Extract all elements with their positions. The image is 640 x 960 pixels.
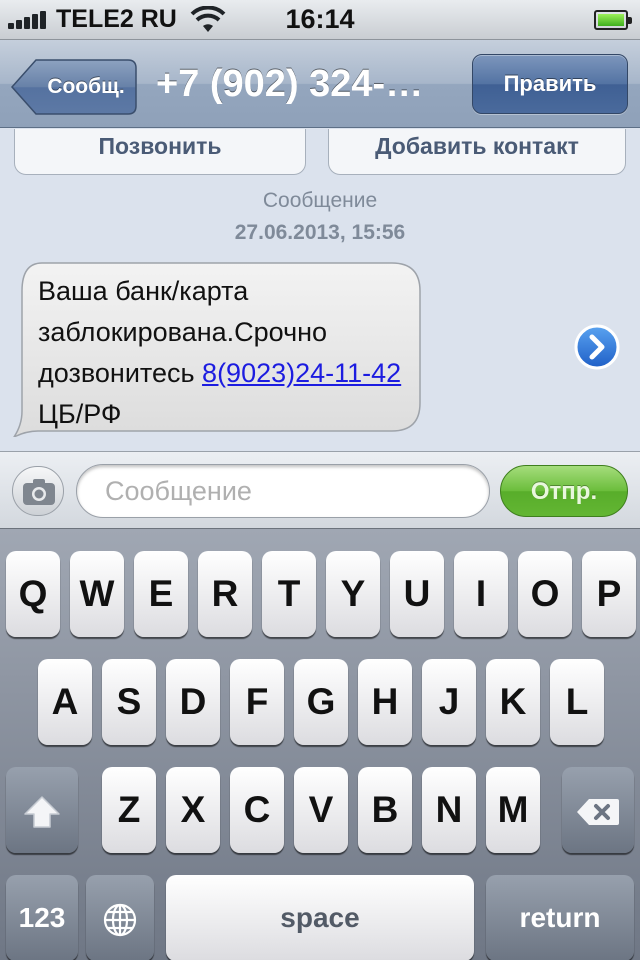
key-x[interactable]: X	[166, 767, 220, 853]
send-button[interactable]: Отпр.	[500, 465, 628, 517]
key-y[interactable]: Y	[326, 551, 380, 637]
message-text: Ваша банк/карта заблокирована.Срочно доз…	[38, 271, 408, 435]
shift-arrow-icon	[24, 795, 60, 828]
disclosure-arrow-icon[interactable]	[574, 324, 620, 370]
key-a[interactable]: A	[38, 659, 92, 745]
globe-key[interactable]	[86, 875, 154, 960]
key-i[interactable]: I	[454, 551, 508, 637]
numbers-key[interactable]: 123	[6, 875, 78, 960]
navigation-bar: Сообщ. +7 (902) 324-… Править	[0, 40, 640, 128]
backspace-icon	[577, 798, 619, 825]
clock: 16:14	[285, 4, 355, 34]
key-v[interactable]: V	[294, 767, 348, 853]
key-l[interactable]: L	[550, 659, 604, 745]
key-w[interactable]: W	[70, 551, 124, 637]
message-timestamp: 27.06.2013, 15:56	[234, 221, 406, 244]
message-thread: Позвонить Добавить контакт Сообщение 27.…	[0, 129, 640, 451]
key-s[interactable]: S	[102, 659, 156, 745]
key-u[interactable]: U	[390, 551, 444, 637]
add-contact-button[interactable]: Добавить контакт	[328, 129, 626, 175]
phone-number-link[interactable]: 8(9023)24-11-42	[202, 358, 401, 388]
delete-key[interactable]	[562, 767, 634, 853]
key-t[interactable]: T	[262, 551, 316, 637]
key-r[interactable]: R	[198, 551, 252, 637]
camera-button[interactable]	[12, 466, 64, 516]
back-button-label: Сообщ.	[47, 75, 125, 98]
key-m[interactable]: M	[486, 767, 540, 853]
key-c[interactable]: C	[230, 767, 284, 853]
return-key[interactable]: return	[486, 875, 634, 960]
message-suffix: ЦБ/РФ	[38, 399, 122, 429]
key-h[interactable]: H	[358, 659, 412, 745]
key-j[interactable]: J	[422, 659, 476, 745]
space-key[interactable]: space	[166, 875, 474, 960]
key-b[interactable]: B	[358, 767, 412, 853]
status-bar: TELE2 RU 16:14	[0, 0, 640, 40]
call-button[interactable]: Позвонить	[14, 129, 306, 175]
globe-icon	[103, 903, 137, 936]
key-z[interactable]: Z	[102, 767, 156, 853]
compose-bar: Отпр.	[0, 451, 640, 529]
key-e[interactable]: E	[134, 551, 188, 637]
message-input[interactable]	[76, 464, 490, 518]
key-o[interactable]: O	[518, 551, 572, 637]
key-f[interactable]: F	[230, 659, 284, 745]
key-d[interactable]: D	[166, 659, 220, 745]
key-n[interactable]: N	[422, 767, 476, 853]
shift-key[interactable]	[6, 767, 78, 853]
message-bubble[interactable]: Ваша банк/карта заблокирована.Срочно доз…	[8, 261, 424, 437]
camera-icon	[23, 479, 55, 505]
key-p[interactable]: P	[582, 551, 636, 637]
key-g[interactable]: G	[294, 659, 348, 745]
battery-icon	[594, 10, 632, 30]
keyboard: Q W E R T Y U I O P A S D F G H J K L Z …	[0, 529, 640, 960]
back-button[interactable]: Сообщ.	[10, 58, 138, 116]
key-q[interactable]: Q	[6, 551, 60, 637]
conversation-title: +7 (902) 324-…	[156, 63, 424, 105]
key-k[interactable]: K	[486, 659, 540, 745]
message-type-label: Сообщение	[262, 189, 378, 212]
edit-button[interactable]: Править	[472, 54, 628, 114]
